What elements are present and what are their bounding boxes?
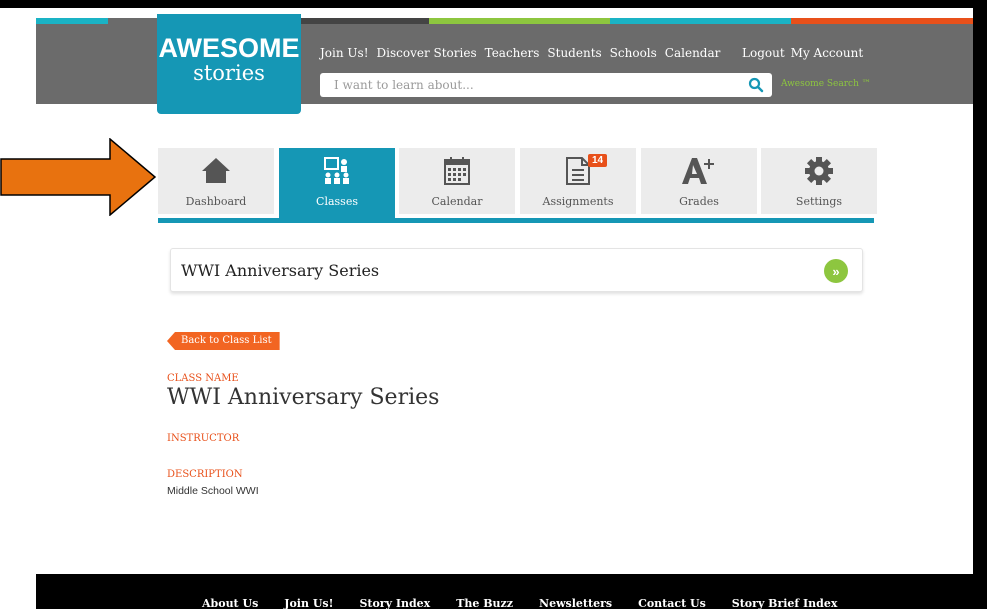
nav-students[interactable]: Students xyxy=(547,46,601,60)
double-chevron-right-icon[interactable]: » xyxy=(824,259,848,283)
assignments-count-badge: 14 xyxy=(588,154,608,167)
site-footer: About Us Join Us! Story Index The Buzz N… xyxy=(36,574,973,609)
search-box xyxy=(320,73,772,97)
footer-nav: About Us Join Us! Story Index The Buzz N… xyxy=(202,597,837,609)
tab-dashboard[interactable]: Dashboard xyxy=(158,148,274,214)
footer-about-us[interactable]: About Us xyxy=(202,597,258,609)
site-logo[interactable]: AWESOME stories xyxy=(157,14,301,114)
tab-label: Calendar xyxy=(431,195,483,208)
home-icon xyxy=(202,158,230,183)
tabs-underline xyxy=(158,218,874,223)
footer-contact-us[interactable]: Contact Us xyxy=(638,597,706,609)
footer-join-us[interactable]: Join Us! xyxy=(284,597,333,609)
left-margin xyxy=(0,0,36,609)
tab-calendar[interactable]: Calendar xyxy=(399,148,515,214)
class-name-label: CLASS NAME xyxy=(167,373,239,384)
nav-discover-stories[interactable]: Discover Stories xyxy=(377,46,477,60)
nav-join-us[interactable]: Join Us! xyxy=(320,46,369,60)
nav-calendar[interactable]: Calendar xyxy=(665,46,721,60)
dashboard-tabs: Dashboard Classes Calendar 14 Assignment… xyxy=(158,148,877,220)
screenshot-border-top xyxy=(0,0,987,8)
awesome-search-link[interactable]: Awesome Search ™ xyxy=(781,79,871,89)
tab-label: Grades xyxy=(679,195,719,208)
my-account-link[interactable]: My Account xyxy=(791,46,864,60)
back-to-class-list-button[interactable]: Back to Class List xyxy=(167,332,280,350)
class-selector-title: WWI Anniversary Series xyxy=(181,261,380,280)
tab-label: Assignments xyxy=(542,195,614,208)
footer-newsletters[interactable]: Newsletters xyxy=(539,597,612,609)
annotation-arrow-icon xyxy=(0,138,156,216)
tab-label: Classes xyxy=(316,195,358,208)
logo-line-2: stories xyxy=(193,61,265,85)
page: Join Us! Discover Stories Teachers Stude… xyxy=(36,8,973,609)
description-value: Middle School WWI xyxy=(167,485,259,497)
screenshot-border-right xyxy=(973,0,987,609)
account-nav: Logout My Account xyxy=(742,46,863,60)
tab-label: Settings xyxy=(795,195,843,208)
footer-story-index[interactable]: Story Index xyxy=(359,597,430,609)
main-nav: Join Us! Discover Stories Teachers Stude… xyxy=(320,46,720,60)
class-selector[interactable]: WWI Anniversary Series » xyxy=(170,248,863,292)
tab-settings[interactable]: Settings xyxy=(761,148,877,214)
tab-assignments[interactable]: 14 Assignments xyxy=(520,148,636,214)
gear-icon xyxy=(805,157,833,185)
search-input[interactable] xyxy=(320,73,720,97)
nav-schools[interactable]: Schools xyxy=(610,46,657,60)
nav-teachers[interactable]: Teachers xyxy=(485,46,540,60)
grade-a-plus-icon xyxy=(682,158,714,184)
tab-grades[interactable]: Grades xyxy=(641,148,757,214)
footer-the-buzz[interactable]: The Buzz xyxy=(456,597,513,609)
classroom-icon xyxy=(324,157,349,184)
calendar-icon xyxy=(444,157,470,185)
search-icon[interactable] xyxy=(748,77,764,93)
tab-classes[interactable]: Classes xyxy=(279,148,395,220)
tab-label: Dashboard xyxy=(185,195,247,208)
logout-link[interactable]: Logout xyxy=(742,46,785,60)
footer-story-brief-index[interactable]: Story Brief Index xyxy=(732,597,838,609)
description-label: DESCRIPTION xyxy=(167,469,243,480)
instructor-label: INSTRUCTOR xyxy=(167,433,240,444)
class-name-value: WWI Anniversary Series xyxy=(167,385,440,410)
logo-line-1: AWESOME xyxy=(158,33,300,63)
